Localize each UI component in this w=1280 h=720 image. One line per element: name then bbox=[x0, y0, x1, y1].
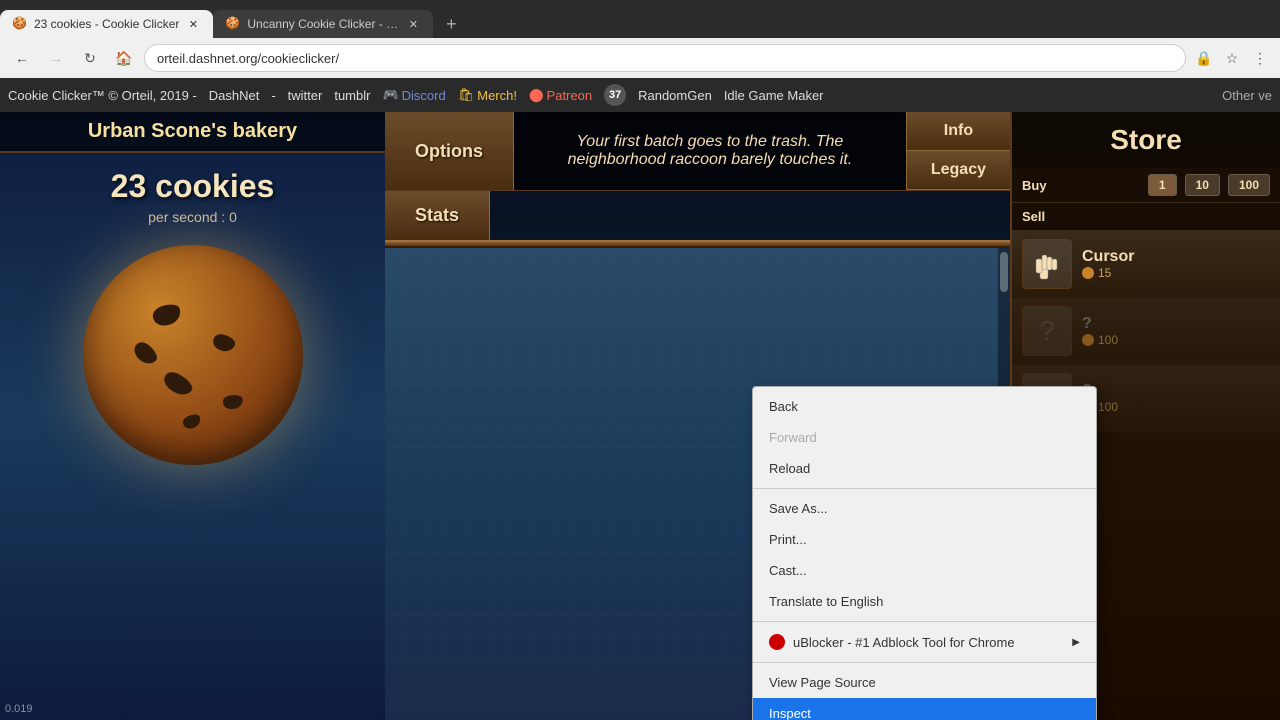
translate-label: Translate to English bbox=[769, 594, 883, 609]
menu-item-save-as[interactable]: Save As... bbox=[753, 493, 1096, 524]
menu-item-cast[interactable]: Cast... bbox=[753, 555, 1096, 586]
menu-item-back[interactable]: Back bbox=[753, 391, 1096, 422]
menu-item-reload[interactable]: Reload bbox=[753, 453, 1096, 484]
inspect-label: Inspect bbox=[769, 706, 811, 720]
ublocker-label: uBlocker - #1 Adblock Tool for Chrome bbox=[793, 635, 1015, 650]
forward-label: Forward bbox=[769, 430, 817, 445]
reload-label: Reload bbox=[769, 461, 810, 476]
menu-separator-1 bbox=[753, 488, 1096, 489]
context-menu: Back Forward Reload Save As... Print... … bbox=[752, 386, 1097, 720]
ublocker-row: uBlocker - #1 Adblock Tool for Chrome bbox=[769, 634, 1015, 650]
menu-item-view-source[interactable]: View Page Source bbox=[753, 667, 1096, 698]
save-as-label: Save As... bbox=[769, 501, 828, 516]
menu-item-print[interactable]: Print... bbox=[753, 524, 1096, 555]
menu-separator-2 bbox=[753, 621, 1096, 622]
view-source-label: View Page Source bbox=[769, 675, 876, 690]
print-label: Print... bbox=[769, 532, 807, 547]
cast-label: Cast... bbox=[769, 563, 807, 578]
back-label: Back bbox=[769, 399, 798, 414]
menu-separator-3 bbox=[753, 662, 1096, 663]
ublocker-icon bbox=[769, 634, 785, 650]
menu-item-inspect[interactable]: Inspect bbox=[753, 698, 1096, 720]
menu-item-ublocker[interactable]: uBlocker - #1 Adblock Tool for Chrome ▶ bbox=[753, 626, 1096, 658]
ublocker-arrow: ▶ bbox=[1072, 637, 1080, 648]
menu-item-forward: Forward bbox=[753, 422, 1096, 453]
menu-item-translate[interactable]: Translate to English bbox=[753, 586, 1096, 617]
context-menu-overlay[interactable]: Back Forward Reload Save As... Print... … bbox=[0, 0, 1280, 720]
